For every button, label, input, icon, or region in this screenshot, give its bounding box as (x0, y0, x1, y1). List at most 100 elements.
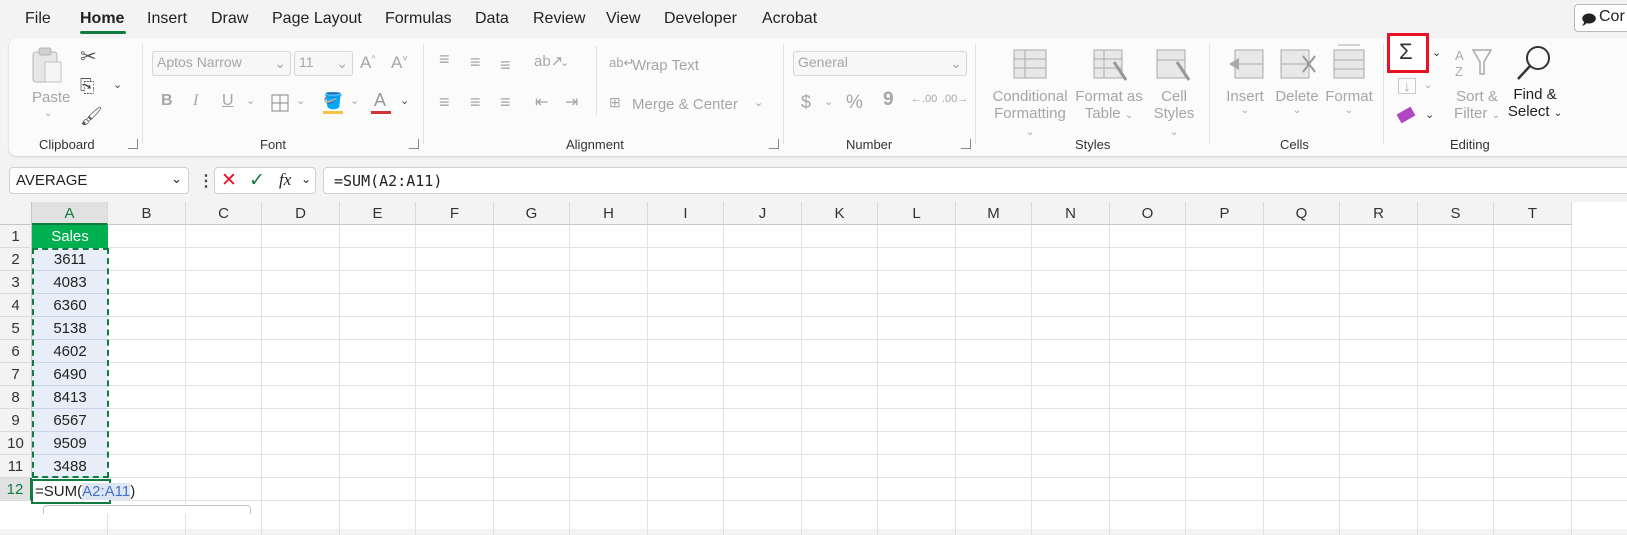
row-header-2[interactable]: 2 (0, 248, 32, 271)
decrease-decimal-button[interactable]: .00→ (942, 93, 968, 105)
column-header-n[interactable]: N (1032, 202, 1110, 225)
select-all-corner[interactable] (0, 202, 32, 225)
enter-icon[interactable]: ✓ (249, 169, 265, 192)
increase-indent-icon[interactable]: ⇥ (565, 92, 578, 112)
row-header-8[interactable]: 8 (0, 386, 32, 409)
tab-formulas[interactable]: Formulas (385, 10, 452, 28)
orientation-icon[interactable]: ab↗ (534, 52, 563, 70)
cell-a3[interactable]: 4083 (32, 271, 108, 294)
increase-font-size-icon[interactable]: A^ (360, 53, 376, 73)
row-header-4[interactable]: 4 (0, 294, 32, 317)
align-center-icon[interactable]: ≡ (470, 92, 481, 113)
find-select-button[interactable]: Find & Select ⌄ (1507, 86, 1563, 120)
number-format-dropdown[interactable]: General ⌄ (793, 51, 967, 76)
worksheet-grid[interactable]: ABCDEFGHIJKLMNOPQRST 1 2 3 4 5 6 7 8 9 10 11 12 Sal… (0, 202, 1627, 535)
font-size-dropdown[interactable]: 11 ⌄ (294, 51, 353, 76)
format-button[interactable]: Format ⌄ (1325, 88, 1373, 116)
chevron-down-icon[interactable]: ⌄ (824, 95, 833, 108)
column-header-o[interactable]: O (1110, 202, 1186, 225)
chevron-down-icon[interactable]: ⌄ (296, 94, 305, 107)
percent-button[interactable]: % (846, 92, 863, 114)
cell-a10[interactable]: 9509 (32, 432, 108, 455)
delete-button[interactable]: Delete ⌄ (1275, 88, 1319, 116)
chevron-down-icon[interactable]: ⌄ (113, 78, 122, 91)
bold-button[interactable]: B (161, 92, 173, 110)
row-header-1[interactable]: 1 (0, 225, 32, 248)
align-right-icon[interactable]: ≡ (500, 92, 511, 113)
dialog-launcher-icon[interactable] (769, 139, 779, 149)
row-header-5[interactable]: 5 (0, 317, 32, 340)
active-cell-editor[interactable]: =SUM(A2:A11) (31, 479, 135, 504)
tab-home[interactable]: Home (80, 10, 124, 28)
decrease-indent-icon[interactable]: ⇤ (535, 92, 548, 112)
format-as-table-button[interactable]: Format as Table ⌄ (1071, 88, 1147, 122)
eraser-icon[interactable] (1396, 106, 1416, 124)
chevron-down-icon[interactable]: ⌄ (560, 56, 569, 69)
merge-center-button[interactable]: Merge & Center (632, 96, 738, 113)
chevron-down-icon[interactable]: ⌄ (350, 94, 359, 107)
font-color-icon[interactable]: A (374, 90, 386, 111)
align-left-icon[interactable]: ≡ (439, 92, 450, 113)
wrap-text-button[interactable]: Wrap Text (632, 57, 699, 74)
column-header-j[interactable]: J (724, 202, 802, 225)
row-header-7[interactable]: 7 (0, 363, 32, 386)
conditional-formatting-button[interactable]: Conditional Formatting ⌄ (989, 88, 1071, 139)
cancel-icon[interactable]: ✕ (221, 169, 237, 192)
more-options-icon[interactable]: ⋮ (198, 171, 214, 191)
decrease-font-size-icon[interactable]: A˅ (391, 53, 408, 73)
row-header-3[interactable]: 3 (0, 271, 32, 294)
sort-filter-button[interactable]: Sort & Filter ⌄ (1449, 88, 1505, 122)
chevron-down-icon[interactable]: ⌄ (400, 94, 409, 107)
column-header-s[interactable]: S (1418, 202, 1494, 225)
underline-button[interactable]: U (222, 92, 234, 110)
fill-down-icon[interactable]: ↓ (1398, 78, 1416, 94)
column-header-b[interactable]: B (108, 202, 186, 225)
tab-acrobat[interactable]: Acrobat (762, 10, 817, 28)
column-header-c[interactable]: C (186, 202, 262, 225)
italic-button[interactable]: I (193, 92, 198, 110)
cell-a2[interactable]: 3611 (32, 248, 108, 271)
cell-a7[interactable]: 6490 (32, 363, 108, 386)
cut-icon[interactable]: ✂ (80, 44, 97, 69)
cell-a11[interactable]: 3488 (32, 455, 108, 478)
cell-styles-button[interactable]: Cell Styles ⌄ (1149, 88, 1199, 139)
font-name-dropdown[interactable]: Aptos Narrow ⌄ (152, 51, 291, 76)
cell-a1[interactable]: Sales (32, 225, 108, 248)
copy-icon[interactable]: ⎘ (80, 76, 94, 97)
row-header-11[interactable]: 11 (0, 455, 32, 478)
borders-icon[interactable] (270, 93, 290, 113)
increase-decimal-button[interactable]: ←.00 (911, 93, 937, 105)
cell-a8[interactable]: 8413 (32, 386, 108, 409)
chevron-down-icon[interactable]: ⌄ (1432, 46, 1441, 59)
tab-view[interactable]: View (606, 10, 640, 28)
row-header-10[interactable]: 10 (0, 432, 32, 455)
column-header-e[interactable]: E (340, 202, 416, 225)
column-header-f[interactable]: F (416, 202, 494, 225)
row-header-9[interactable]: 9 (0, 409, 32, 432)
align-middle-icon[interactable]: ≡ (470, 52, 481, 73)
column-header-r[interactable]: R (1340, 202, 1418, 225)
column-header-k[interactable]: K (802, 202, 878, 225)
column-header-m[interactable]: M (956, 202, 1032, 225)
autosum-button[interactable]: Σ (1387, 33, 1429, 73)
dialog-launcher-icon[interactable] (409, 139, 419, 149)
paste-button[interactable]: Paste ⌄ (25, 46, 70, 119)
cell-a9[interactable]: 6567 (32, 409, 108, 432)
tab-draw[interactable]: Draw (211, 10, 248, 28)
tab-page-layout[interactable]: Page Layout (272, 10, 362, 28)
align-top-icon[interactable]: ≡ (439, 49, 450, 70)
formula-input[interactable]: =SUM(A2:A11) (323, 167, 1627, 194)
tab-insert[interactable]: Insert (147, 10, 187, 28)
chevron-down-icon[interactable]: ⌄ (754, 96, 763, 109)
format-painter-icon[interactable]: 🖌 (80, 106, 103, 127)
column-header-t[interactable]: T (1494, 202, 1572, 225)
cell-a4[interactable]: 6360 (32, 294, 108, 317)
tab-file[interactable]: File (25, 10, 51, 28)
column-header-h[interactable]: H (570, 202, 648, 225)
column-header-i[interactable]: I (648, 202, 724, 225)
dialog-launcher-icon[interactable] (961, 139, 971, 149)
row-header-12[interactable]: 12 (0, 478, 32, 501)
cell-a5[interactable]: 5138 (32, 317, 108, 340)
column-header-q[interactable]: Q (1264, 202, 1340, 225)
tab-developer[interactable]: Developer (664, 10, 737, 28)
